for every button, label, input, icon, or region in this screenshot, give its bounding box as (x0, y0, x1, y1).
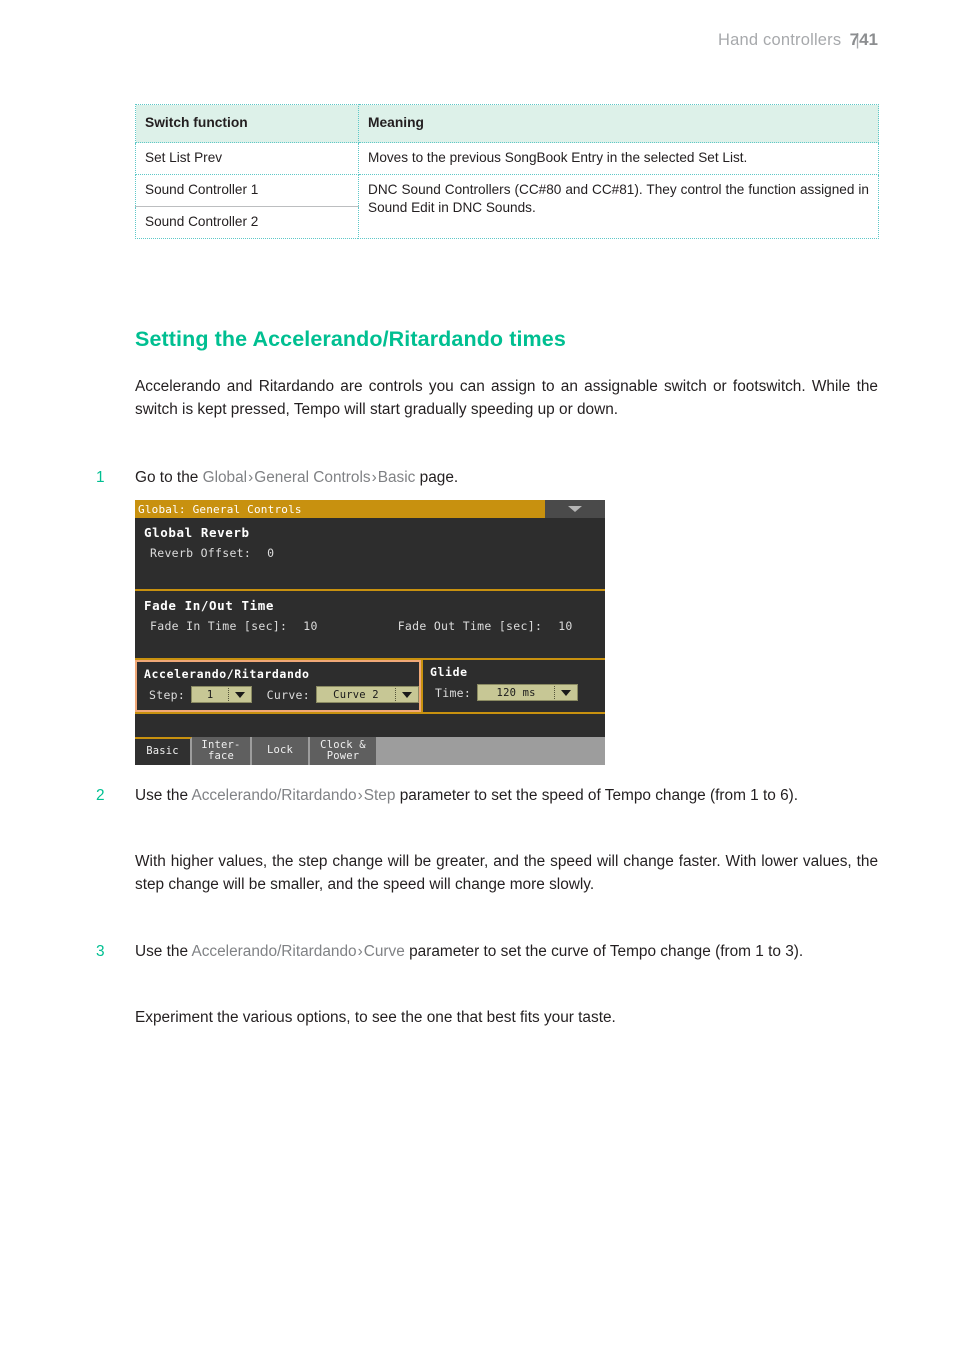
step-number: 3 (96, 943, 105, 960)
section-intro-paragraph: Accelerando and Ritardando are controls … (135, 378, 878, 419)
step-text: Go to the Global›General Controls›Basic … (135, 466, 878, 489)
step-number: 1 (96, 469, 105, 486)
table-cell-meaning-merged: DNC Sound Controllers (CC#80 and CC#81).… (358, 174, 879, 240)
step-2-sub-paragraph: With higher values, the step change will… (135, 853, 878, 894)
lcd-page-title: Global: General Controls (138, 502, 302, 516)
step-separator: › (357, 943, 363, 960)
curve-dropdown-value: Curve 2 (333, 688, 379, 701)
lcd-title-bar: Global: General Controls (135, 500, 605, 518)
lcd-section-row-accel-glide: Accelerando/Ritardando Step: 1 Curve: Cu… (135, 660, 605, 714)
chevron-down-icon (568, 506, 582, 512)
lcd-panel-glide: Glide Time: 120 ms (421, 660, 605, 712)
table-header-row: Switch function Meaning (135, 103, 879, 144)
lcd-panel-accelerando-ritardando: Accelerando/Ritardando Step: 1 Curve: Cu… (135, 660, 421, 712)
tab-clock-power[interactable]: Clock & Power (310, 737, 378, 765)
lcd-row-reverb-offset: Reverb Offset: 0 (135, 546, 605, 560)
step-1: 1 Go to the Global›General Controls›Basi… (96, 466, 878, 489)
tab-lock-label: Lock (266, 744, 294, 757)
page-running-header: Hand controllers |741 (718, 30, 878, 50)
step-param-accelerando-ritardando: Accelerando/Ritardando (191, 943, 357, 960)
lcd-label-reverb-offset: Reverb Offset: (150, 546, 252, 560)
table-cell-meaning: Moves to the previous SongBook Entry in … (358, 142, 879, 176)
tab-basic[interactable]: Basic (135, 737, 192, 765)
step-number: 2 (96, 787, 105, 804)
step-text-after: page. (415, 469, 459, 486)
step-text-before: Use the (135, 787, 192, 804)
step-3-sub-paragraph: Experiment the various options, to see t… (135, 1009, 616, 1026)
step-separator: › (357, 787, 363, 804)
lcd-section-title-glide: Glide (430, 665, 468, 679)
header-page-number: 741 (849, 30, 878, 49)
lcd-screenshot-figure: Global: General Controls Global Reverb R… (135, 500, 605, 765)
step-text-after: parameter to set the speed of Tempo chan… (395, 787, 799, 804)
lcd-label-fade-out-time: Fade Out Time [sec]: (397, 619, 543, 633)
step-text-after: parameter to set the curve of Tempo chan… (404, 943, 804, 960)
tab-interface-label: Inter- face (201, 738, 241, 762)
section-heading: Setting the Accelerando/Ritardando times (135, 327, 566, 351)
lcd-section-fade-time: Fade In/Out Time Fade In Time [sec]: 10 … (135, 591, 605, 660)
tab-lock[interactable]: Lock (252, 737, 310, 765)
step-dropdown[interactable]: 1 (191, 686, 253, 703)
lcd-label-fade-in-time: Fade In Time [sec]: (150, 619, 288, 633)
tab-interface[interactable]: Inter- face (192, 737, 252, 765)
step-dropdown-value: 1 (206, 688, 214, 701)
step-param-step: Step (363, 787, 396, 804)
step-text-before: Go to the (135, 469, 203, 486)
lcd-menu-button[interactable] (545, 500, 605, 518)
lcd-tab-bar: Basic Inter- face Lock Clock & Power (135, 737, 605, 765)
lcd-label-curve: Curve: (266, 687, 310, 702)
lcd-label-step: Step: (149, 687, 186, 702)
table-column-header-meaning: Meaning (358, 103, 879, 144)
step-param-curve: Curve (363, 943, 405, 960)
lcd-value-fade-out-time[interactable]: 10 (558, 619, 572, 633)
lcd-section-title-accelerando-ritardando: Accelerando/Ritardando (144, 667, 310, 681)
table-row: Set List Prev Moves to the previous Song… (135, 142, 879, 176)
switch-function-table-wrapper: Switch function Meaning Set List Prev Mo… (135, 103, 879, 240)
step-param-basic: Basic (377, 469, 416, 486)
lcd-section-title-global-reverb: Global Reverb (144, 525, 250, 540)
step-param-general-controls: General Controls (254, 469, 371, 486)
step-separator: › (371, 469, 377, 486)
lcd-row-fade-times: Fade In Time [sec]: 10 Fade Out Time [se… (135, 619, 605, 633)
header-chapter-title: Hand controllers (717, 31, 842, 49)
lcd-section-global-reverb: Global Reverb Reverb Offset: 0 (135, 518, 605, 591)
step-param-accelerando-ritardando: Accelerando/Ritardando (191, 787, 357, 804)
table-row: Sound Controller 1 DNC Sound Controllers… (135, 174, 879, 240)
tab-clock-power-label: Clock & Power (320, 738, 366, 762)
step-text-before: Use the (135, 943, 192, 960)
lcd-section-title-fade-time: Fade In/Out Time (144, 598, 275, 613)
step-3: 3 Use the Accelerando/Ritardando›Curve p… (96, 940, 878, 963)
lcd-label-time: Time: (435, 685, 472, 700)
lcd-value-fade-in-time[interactable]: 10 (303, 619, 317, 633)
curve-dropdown[interactable]: Curve 2 (316, 686, 419, 703)
step-text: Use the Accelerando/Ritardando›Step para… (135, 784, 878, 807)
lcd-value-reverb-offset[interactable]: 0 (267, 546, 274, 560)
glide-time-dropdown[interactable]: 120 ms (477, 684, 579, 701)
step-param-global: Global (202, 469, 248, 486)
step-text: Use the Accelerando/Ritardando›Curve par… (135, 940, 878, 963)
tab-basic-label: Basic (146, 745, 179, 758)
step-2: 2 Use the Accelerando/Ritardando›Step pa… (96, 784, 878, 807)
switch-function-table: Switch function Meaning Set List Prev Mo… (135, 103, 879, 240)
chevron-down-icon (555, 689, 577, 696)
lcd-row-accel-controls: Step: 1 Curve: Curve 2 (137, 686, 419, 703)
table-cell-switch-function: Sound Controller 1 (135, 174, 359, 208)
table-cell-switch-function: Set List Prev (135, 142, 359, 176)
lcd-row-glide-controls: Time: 120 ms (423, 684, 605, 701)
chevron-down-icon (229, 691, 251, 698)
glide-time-dropdown-value: 120 ms (496, 686, 536, 699)
chevron-down-icon (396, 691, 418, 698)
table-column-header-switch-function: Switch function (135, 103, 359, 144)
table-cell-switch-function: Sound Controller 2 (135, 206, 359, 240)
header-page-group: |741 (850, 30, 878, 50)
